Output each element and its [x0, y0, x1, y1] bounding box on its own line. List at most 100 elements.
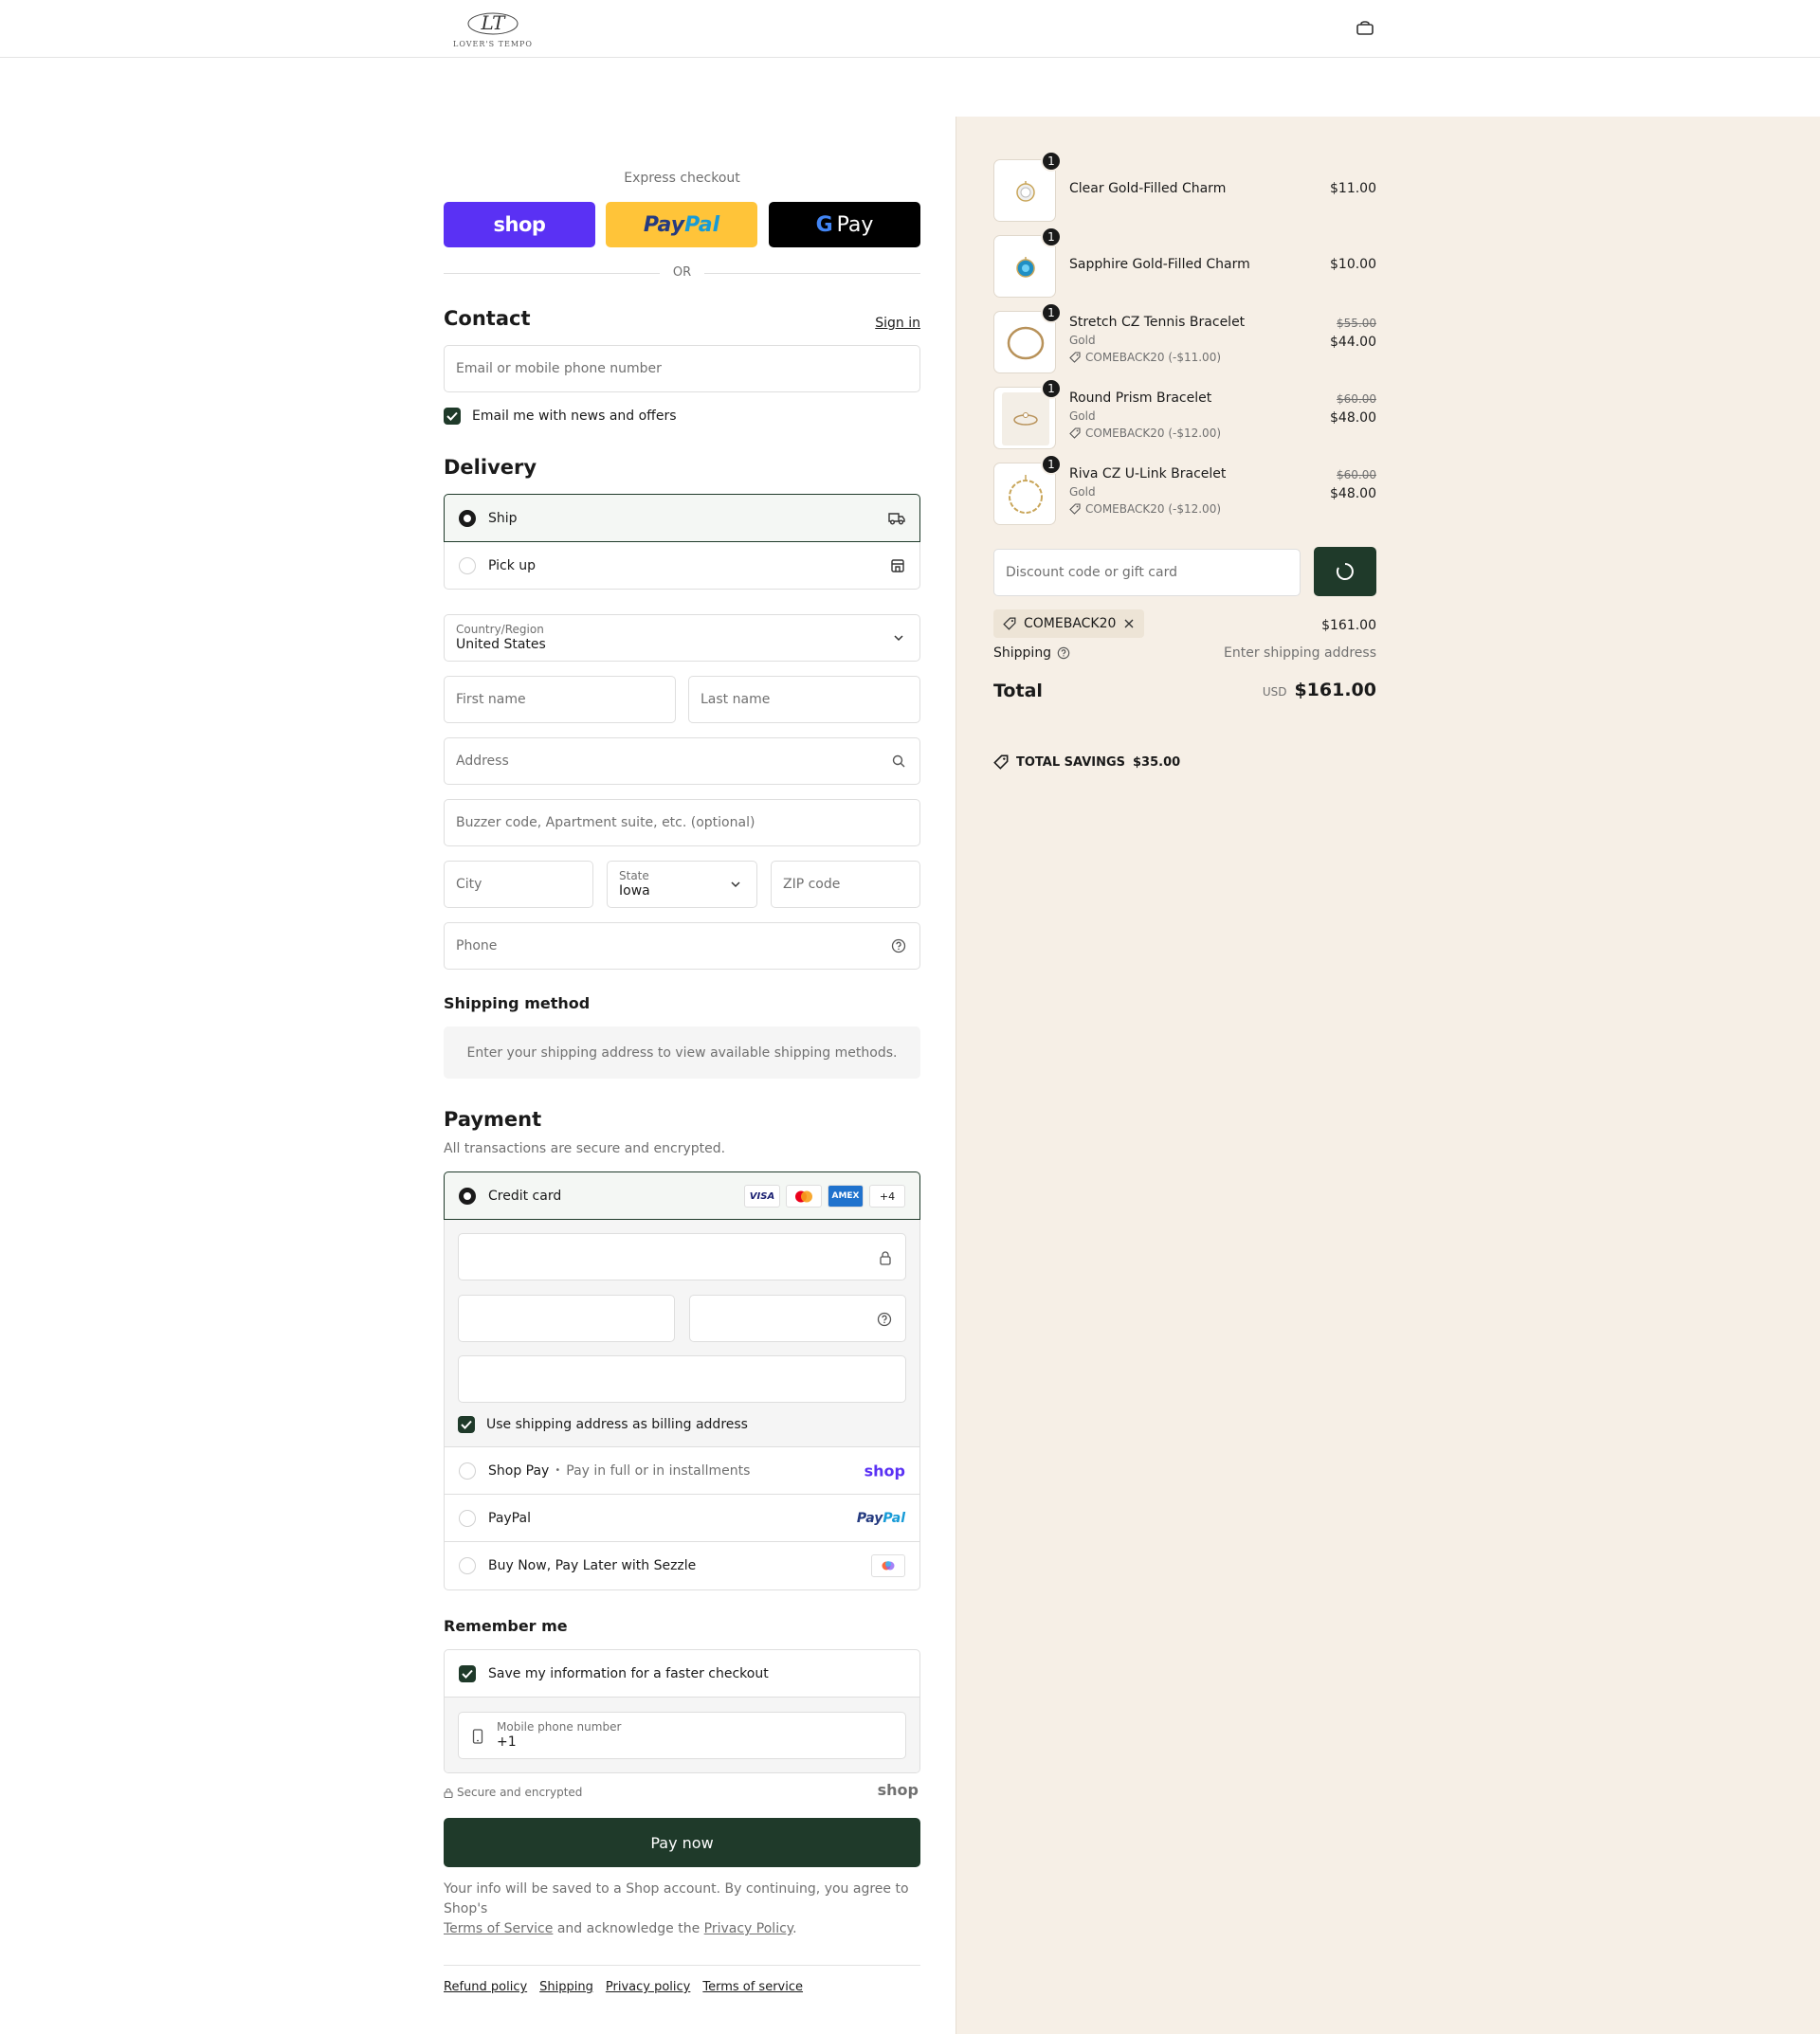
sign-in-link[interactable]: Sign in — [875, 313, 920, 331]
item-price: $48.00 — [1330, 486, 1376, 501]
terms-of-service-link[interactable]: Terms of service — [702, 1980, 803, 1994]
country-label: Country/Region — [456, 623, 544, 636]
gpay-label: Pay — [836, 212, 874, 237]
paypal-logo-a: Pay — [643, 212, 685, 237]
zip-input[interactable]: ZIP code — [771, 861, 920, 908]
bag-icon[interactable] — [1356, 21, 1374, 36]
billing-same-checkbox[interactable] — [458, 1416, 475, 1433]
delivery-options: Ship Pick up — [444, 494, 920, 590]
check-icon — [461, 1420, 472, 1429]
item-discount-label: COMEBACK20 (-$12.00) — [1085, 427, 1222, 440]
expiry-input[interactable] — [458, 1295, 675, 1342]
line-item: 1 Sapphire Gold-Filled Charm $10.00 — [993, 227, 1376, 298]
email-input[interactable]: Email or mobile phone number — [444, 345, 920, 392]
name-on-card-input[interactable] — [458, 1355, 906, 1403]
item-discount: COMEBACK20 (-$11.00) — [1069, 351, 1221, 364]
remember-box: Save my information for a faster checkou… — [444, 1649, 920, 1773]
shop-privacy-link[interactable]: Privacy Policy — [704, 1921, 792, 1936]
state-select[interactable]: State Iowa — [607, 861, 757, 908]
save-info-checkbox[interactable] — [459, 1664, 476, 1682]
applied-discount-chip: COMEBACK20 — [993, 609, 1145, 638]
zip-placeholder: ZIP code — [783, 877, 841, 892]
discount-placeholder: Discount code or gift card — [1006, 565, 1177, 580]
quantity-badge: 1 — [1041, 151, 1062, 172]
total-label: Total — [993, 681, 1043, 701]
amex-label: AMEX — [831, 1191, 860, 1201]
paypal-express-button[interactable]: Pay Pal — [606, 202, 757, 247]
payment-option-sezzle[interactable]: Buy Now, Pay Later with Sezzle — [445, 1542, 919, 1589]
news-checkbox[interactable] — [444, 408, 461, 425]
google-pay-express-button[interactable]: G Pay — [769, 202, 920, 247]
first-name-input[interactable]: First name — [444, 676, 676, 723]
delivery-option-pickup[interactable]: Pick up — [444, 542, 920, 590]
help-icon[interactable] — [891, 938, 906, 953]
last-name-input[interactable]: Last name — [688, 676, 920, 723]
save-info-row[interactable]: Save my information for a faster checkou… — [445, 1650, 919, 1698]
address-input[interactable]: Address — [444, 737, 920, 785]
city-input[interactable]: City — [444, 861, 593, 908]
mobile-phone-icon — [472, 1729, 483, 1744]
ship-radio[interactable] — [459, 509, 476, 527]
help-icon[interactable] — [877, 1312, 892, 1327]
store-logo[interactable]: LT LOVER'S TEMPO — [443, 6, 543, 51]
line-item: 1 Riva CZ U-Link Bracelet Gold COMEBACK2… — [993, 454, 1376, 525]
tag-icon — [1069, 503, 1081, 515]
legal-text-2: and acknowledge the — [553, 1921, 704, 1936]
paypal-logo-b: Pal — [684, 212, 720, 237]
pickup-radio[interactable] — [459, 556, 476, 574]
apply-discount-button[interactable] — [1314, 547, 1376, 596]
logo-mark: LT — [481, 11, 507, 34]
shop-pay-sub: Pay in full or in installments — [566, 1462, 751, 1479]
line-item: 1 Clear Gold-Filled Charm $11.00 — [993, 151, 1376, 222]
discount-chip-label: COMEBACK20 — [1024, 616, 1117, 631]
payment-option-paypal[interactable]: PayPal PayPal — [445, 1495, 919, 1542]
security-code-input[interactable] — [689, 1295, 906, 1342]
mobile-phone-label: Mobile phone number — [497, 1720, 622, 1734]
lock-icon — [880, 1251, 891, 1265]
card-number-input[interactable] — [458, 1233, 906, 1280]
legal-text: Your info will be saved to a Shop accoun… — [444, 1880, 920, 1939]
line-item: 1 Round Prism Bracelet Gold COMEBACK20 (… — [993, 378, 1376, 449]
mobile-phone-input[interactable]: Mobile phone number +1 — [458, 1712, 906, 1759]
discount-code-input[interactable]: Discount code or gift card — [993, 549, 1301, 596]
credit-card-radio[interactable] — [459, 1187, 476, 1205]
shop-pay-label: Shop Pay — [488, 1462, 550, 1479]
tag-icon — [1069, 352, 1081, 363]
payment-option-credit-card[interactable]: Credit card VISA AMEX +4 — [444, 1171, 920, 1220]
mastercard-icon — [786, 1185, 822, 1208]
footer-links: Refund policy Shipping Privacy policy Te… — [444, 1980, 803, 1994]
news-checkbox-row[interactable]: Email me with news and offers — [444, 408, 677, 425]
refund-policy-link[interactable]: Refund policy — [444, 1980, 527, 1994]
visa-label: VISA — [749, 1190, 775, 1202]
sign-in-label: Sign in — [875, 316, 920, 331]
paypal-radio[interactable] — [459, 1509, 476, 1527]
delivery-option-ship[interactable]: Ship — [444, 494, 920, 542]
shipping-value: Enter shipping address — [1224, 645, 1376, 661]
pay-now-button[interactable]: Pay now — [444, 1818, 920, 1867]
apartment-input[interactable]: Buzzer code, Apartment suite, etc. (opti… — [444, 799, 920, 846]
help-icon[interactable] — [1057, 646, 1070, 660]
savings-value: $35.00 — [1133, 754, 1181, 770]
legal-text-1: Your info will be saved to a Shop accoun… — [444, 1881, 909, 1916]
loading-spinner-icon — [1336, 563, 1354, 580]
quantity-badge: 1 — [1041, 378, 1062, 399]
shipping-policy-link[interactable]: Shipping — [539, 1980, 593, 1994]
item-variant: Gold — [1069, 334, 1096, 347]
credit-card-fields: Use shipping address as billing address — [445, 1220, 919, 1447]
sezzle-radio[interactable] — [459, 1557, 476, 1574]
close-icon[interactable] — [1123, 618, 1135, 629]
shop-pay-radio[interactable] — [459, 1462, 476, 1480]
search-icon — [892, 754, 905, 768]
check-icon — [446, 411, 458, 421]
shop-terms-link[interactable]: Terms of Service — [444, 1921, 553, 1936]
privacy-policy-link[interactable]: Privacy policy — [606, 1980, 690, 1994]
shop-pay-express-button[interactable]: shop — [444, 202, 595, 247]
payment-option-shop-pay[interactable]: Shop Pay • Pay in full or in installment… — [445, 1447, 919, 1495]
more-cards-badge: +4 — [869, 1185, 905, 1208]
check-icon — [462, 1669, 473, 1679]
payment-options: Credit card VISA AMEX +4 Use shipping ad… — [444, 1171, 920, 1592]
billing-same-row[interactable]: Use shipping address as billing address — [458, 1416, 748, 1433]
phone-input[interactable]: Phone — [444, 922, 920, 970]
logo-mark-icon: LT — [467, 11, 519, 35]
country-select[interactable]: Country/Region United States — [444, 614, 920, 662]
